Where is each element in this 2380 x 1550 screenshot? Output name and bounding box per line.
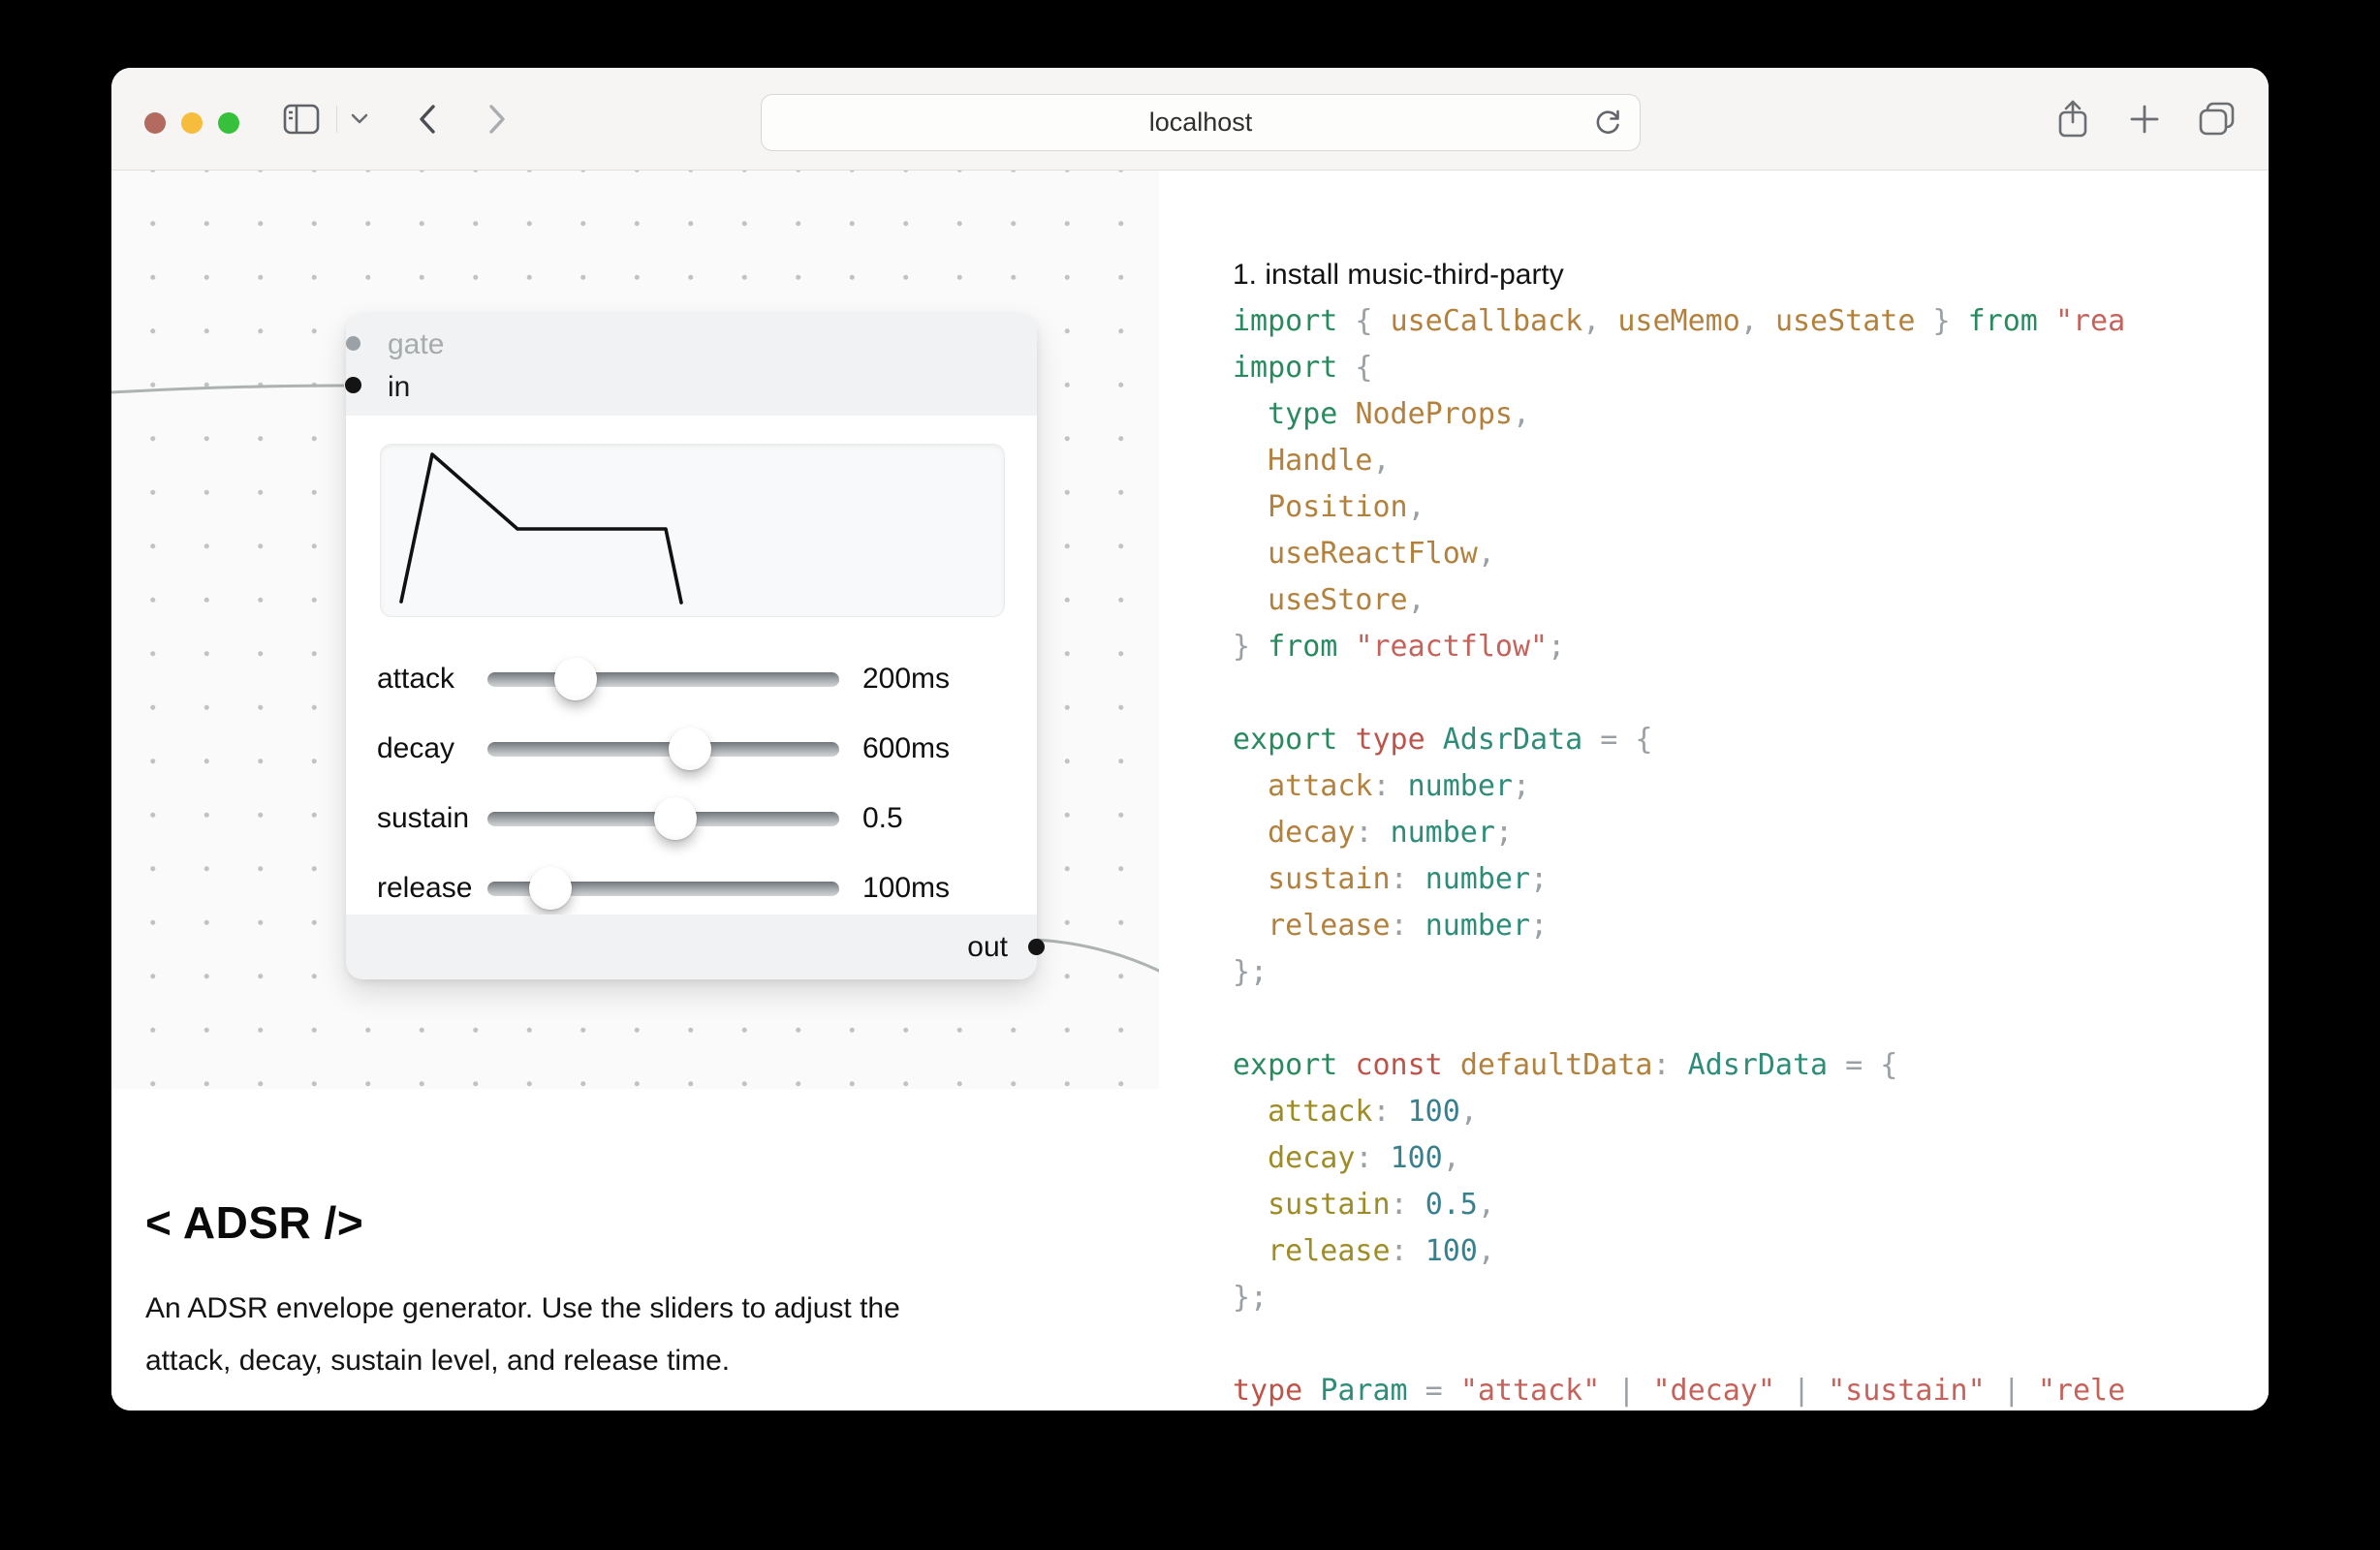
release-slider-thumb[interactable] — [529, 867, 572, 910]
page-description-line1: An ADSR envelope generator. Use the slid… — [145, 1283, 1018, 1335]
attack-slider-thumb[interactable] — [554, 658, 597, 700]
envelope-curve — [381, 445, 1004, 616]
sidebar-icon — [283, 104, 320, 135]
code-listing: 1. install music-third-partyimport { use… — [1233, 252, 2125, 1410]
code-line: sustain: 0.5, — [1233, 1182, 2125, 1228]
code-line: useReactFlow, — [1233, 531, 2125, 577]
decay-slider-track[interactable] — [487, 742, 839, 757]
envelope-graph — [380, 444, 1005, 617]
plus-icon — [2128, 103, 2161, 136]
flow-canvas[interactable]: gate in attack 200ms de — [111, 170, 1159, 1410]
code-line: sustain: number; — [1233, 856, 2125, 903]
address-bar-url: localhost — [1149, 108, 1253, 138]
code-line: useStore, — [1233, 577, 2125, 624]
sustain-slider-value: 0.5 — [862, 802, 903, 835]
attack-slider-track[interactable] — [487, 672, 839, 687]
attack-slider-label: attack — [377, 663, 454, 696]
page-description-line2: attack, decay, sustain level, and releas… — [145, 1335, 1018, 1387]
gate-port[interactable] — [346, 336, 360, 351]
code-line: decay: 100, — [1233, 1135, 2125, 1182]
code-line — [1233, 996, 2125, 1042]
code-line: decay: number; — [1233, 810, 2125, 856]
code-panel: 1. install music-third-partyimport { use… — [1159, 170, 2269, 1410]
gate-port-label: gate — [388, 328, 444, 361]
attack-slider-value: 200ms — [862, 663, 950, 696]
sidebar-menu-button[interactable] — [344, 68, 375, 170]
share-icon — [2056, 99, 2089, 140]
page-description: An ADSR envelope generator. Use the slid… — [145, 1283, 1018, 1387]
code-line: }; — [1233, 1275, 2125, 1321]
code-line: import { useCallback, useMemo, useState … — [1233, 298, 2125, 345]
out-port-label: out — [967, 931, 1008, 964]
code-line: }; — [1233, 949, 2125, 996]
toolbar-divider — [336, 106, 337, 133]
chevron-left-icon — [419, 105, 436, 134]
code-line: type NodeProps, — [1233, 391, 2125, 438]
address-bar[interactable]: localhost — [761, 94, 1641, 151]
code-line: 1. install music-third-party — [1233, 252, 2125, 298]
release-slider-label: release — [377, 872, 472, 905]
code-line: attack: 100, — [1233, 1089, 2125, 1135]
tab-overview-button[interactable] — [2195, 68, 2239, 170]
page-title: < ADSR /> — [145, 1196, 363, 1249]
tabs-icon — [2198, 101, 2237, 138]
code-line: import { — [1233, 345, 2125, 391]
release-slider-row: release 100ms — [346, 867, 1037, 910]
browser-toolbar: localhost — [111, 68, 2269, 170]
code-line: type Param = "attack" | "decay" | "susta… — [1233, 1368, 2125, 1410]
minimize-window-button[interactable] — [181, 112, 203, 134]
decay-slider-value: 600ms — [862, 732, 950, 765]
code-line: release: number; — [1233, 903, 2125, 949]
adsr-node-footer: out — [346, 914, 1037, 979]
code-line: Position, — [1233, 484, 2125, 531]
code-line: Handle, — [1233, 438, 2125, 484]
code-line: export const defaultData: AdsrData = { — [1233, 1042, 2125, 1089]
reload-icon — [1591, 106, 1624, 139]
adsr-node-header[interactable]: gate in — [346, 313, 1037, 416]
sustain-slider-track[interactable] — [487, 812, 839, 826]
code-line: export type AdsrData = { — [1233, 717, 2125, 763]
decay-slider-label: decay — [377, 732, 454, 765]
code-line: attack: number; — [1233, 763, 2125, 810]
forward-button[interactable] — [478, 68, 517, 170]
sustain-slider-thumb[interactable] — [654, 797, 697, 840]
zoom-window-button[interactable] — [218, 112, 239, 134]
close-window-button[interactable] — [144, 112, 166, 134]
code-line: release: 100, — [1233, 1228, 2125, 1275]
chevron-down-icon — [351, 113, 368, 125]
decay-slider-row: decay 600ms — [346, 728, 1037, 770]
adsr-node[interactable]: gate in attack 200ms de — [346, 313, 1037, 979]
release-slider-track[interactable] — [487, 882, 839, 896]
release-slider-value: 100ms — [862, 872, 950, 905]
sustain-slider-label: sustain — [377, 802, 469, 835]
chevron-right-icon — [488, 105, 506, 134]
new-tab-button[interactable] — [2123, 68, 2166, 170]
decay-slider-thumb[interactable] — [669, 728, 711, 770]
out-port[interactable] — [1028, 939, 1045, 955]
attack-slider-row: attack 200ms — [346, 658, 1037, 700]
reload-button[interactable] — [1591, 106, 1624, 143]
code-line — [1233, 670, 2125, 717]
sustain-slider-row: sustain 0.5 — [346, 797, 1037, 840]
in-port[interactable] — [345, 377, 361, 393]
page-content: gate in attack 200ms de — [111, 170, 2269, 1410]
back-button[interactable] — [408, 68, 447, 170]
code-line — [1233, 1321, 2125, 1368]
sidebar-toggle-button[interactable] — [278, 68, 325, 170]
browser-window: localhost — [111, 68, 2269, 1410]
code-line: } from "reactflow"; — [1233, 624, 2125, 670]
in-port-label: in — [388, 371, 410, 404]
share-button[interactable] — [2051, 68, 2094, 170]
